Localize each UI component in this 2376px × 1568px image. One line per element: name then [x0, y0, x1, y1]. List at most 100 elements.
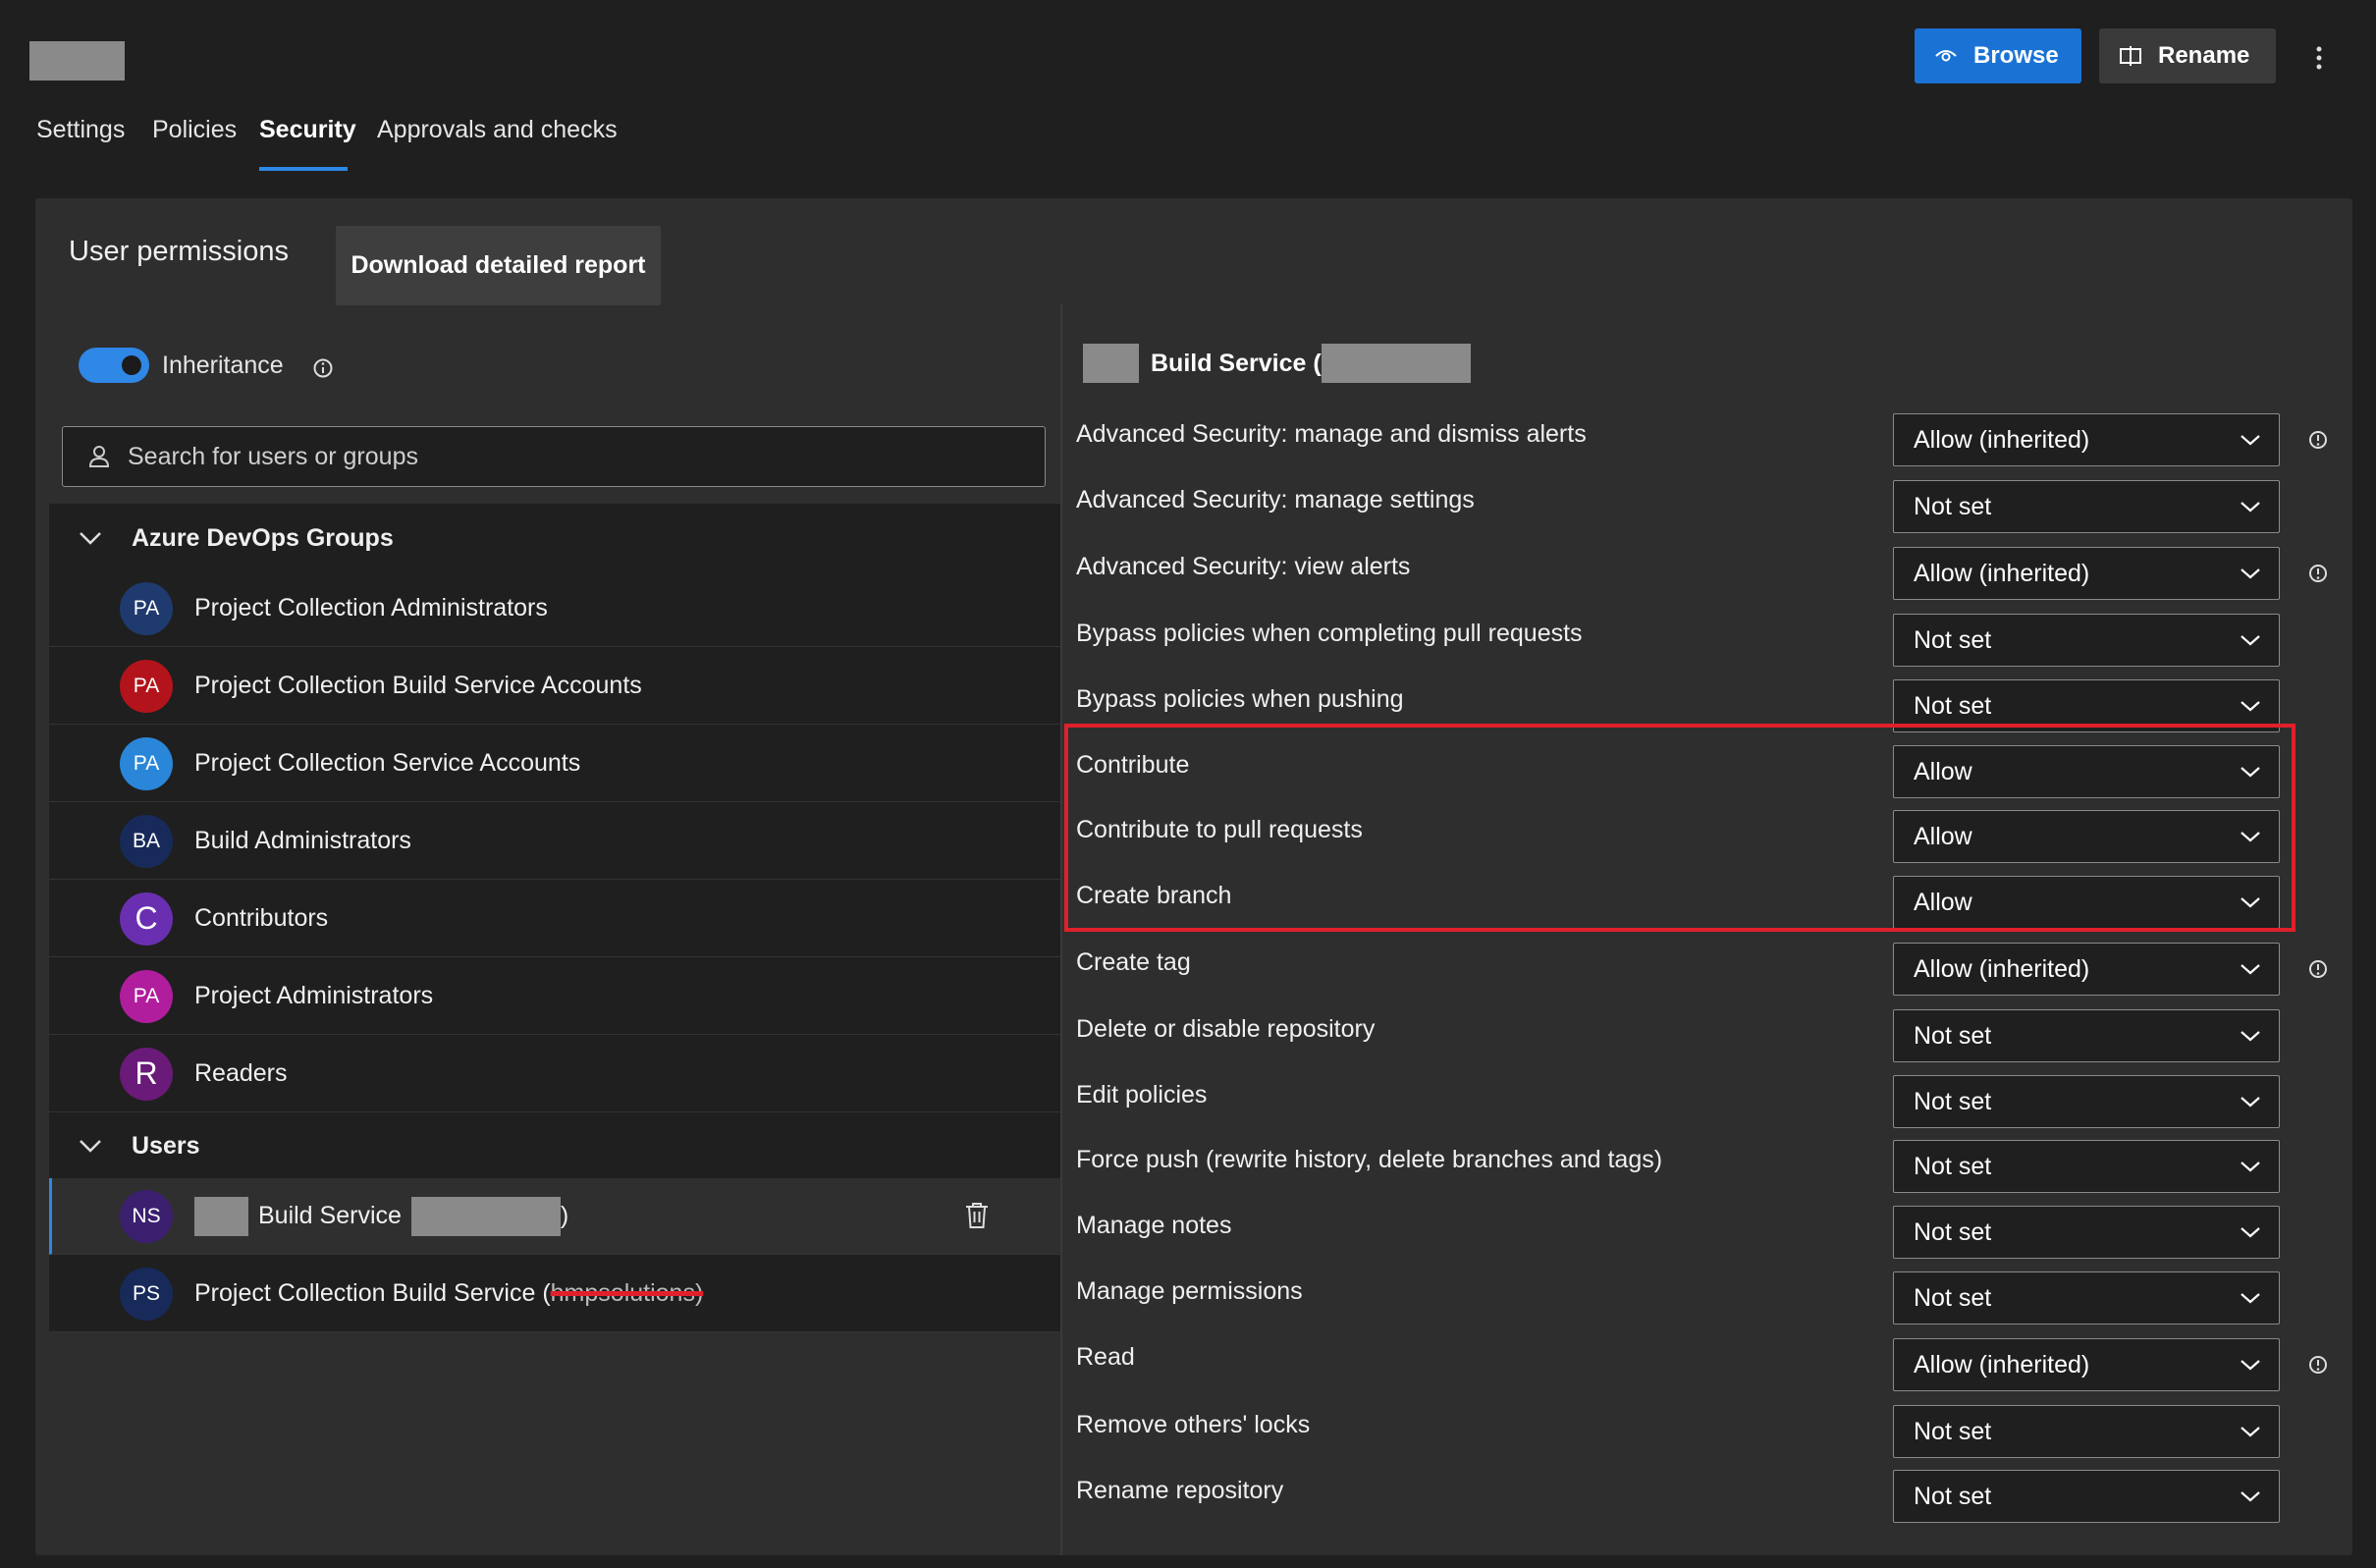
- permission-label: Rename repository: [1076, 1477, 1284, 1504]
- group-header-azure-devops[interactable]: Azure DevOps Groups: [49, 506, 1060, 571]
- permission-label: Remove others' locks: [1076, 1411, 1311, 1438]
- permission-dropdown[interactable]: Allow (inherited): [1893, 547, 2280, 600]
- active-tab-indicator: [259, 167, 348, 171]
- avatar: PA: [120, 581, 173, 635]
- redacted-name: [410, 1196, 561, 1236]
- identity-name: Build Administrators: [194, 827, 411, 854]
- permission-value: Not set: [1914, 1283, 1992, 1312]
- chevron-down-icon: [2241, 1097, 2260, 1108]
- permission-label: Manage notes: [1076, 1212, 1232, 1239]
- chevron-down-icon: [2241, 1360, 2260, 1371]
- list-item[interactable]: PA Project Collection Administrators: [49, 570, 1060, 647]
- panel-title: User permissions: [69, 236, 289, 267]
- avatar: R: [120, 1047, 173, 1101]
- chevron-down-icon: [80, 532, 101, 545]
- identity-name: Contributors: [194, 904, 329, 932]
- chevron-down-icon: [2241, 1162, 2260, 1172]
- search-placeholder: Search for users or groups: [128, 442, 418, 470]
- info-icon[interactable]: [2307, 563, 2329, 584]
- identity-name: Project Collection Service Accounts: [194, 749, 581, 777]
- search-input[interactable]: Search for users or groups: [62, 426, 1046, 487]
- avatar: C: [120, 892, 173, 946]
- tab-settings[interactable]: Settings: [36, 116, 125, 144]
- list-item[interactable]: BA Build Administrators: [49, 803, 1060, 880]
- permission-dropdown[interactable]: Not set: [1893, 1140, 2280, 1193]
- permission-dropdown[interactable]: Allow (inherited): [1893, 413, 2280, 466]
- browse-label: Browse: [1973, 42, 2059, 69]
- person-icon: [88, 446, 110, 467]
- redacted-name: [194, 1196, 248, 1236]
- chevron-down-icon: [2241, 568, 2260, 579]
- highlight-box: [1064, 724, 2295, 932]
- permission-value: Allow (inherited): [1914, 559, 2090, 587]
- chevron-down-icon: [2241, 1491, 2260, 1502]
- permission-dropdown[interactable]: Not set: [1893, 614, 2280, 667]
- list-item-selected[interactable]: NS Build Service ): [49, 1178, 1060, 1255]
- inheritance-label: Inheritance: [162, 351, 284, 379]
- permission-value: Not set: [1914, 1417, 1992, 1445]
- permission-value: Not set: [1914, 691, 1992, 720]
- avatar: NS: [120, 1189, 173, 1243]
- chevron-down-icon: [2241, 1293, 2260, 1304]
- permission-label: Manage permissions: [1076, 1277, 1303, 1305]
- permission-dropdown[interactable]: Not set: [1893, 1405, 2280, 1458]
- browse-button[interactable]: Browse: [1915, 28, 2081, 83]
- permission-dropdown[interactable]: Not set: [1893, 1009, 2280, 1062]
- identity-title-text: Build Service (: [1151, 349, 1322, 377]
- delete-icon[interactable]: [964, 1202, 990, 1234]
- permission-dropdown[interactable]: Not set: [1893, 1206, 2280, 1259]
- list-item[interactable]: PA Project Administrators: [49, 958, 1060, 1035]
- permission-label: Read: [1076, 1343, 1135, 1371]
- identity-name: Project Administrators: [194, 982, 434, 1009]
- info-icon[interactable]: [2307, 429, 2329, 451]
- permission-dropdown[interactable]: Not set: [1893, 1075, 2280, 1128]
- avatar: PA: [120, 659, 173, 713]
- chevron-down-icon: [2241, 964, 2260, 975]
- permission-label: Create tag: [1076, 948, 1191, 976]
- permission-value: Allow (inherited): [1914, 425, 2090, 454]
- permission-dropdown[interactable]: Not set: [1893, 1271, 2280, 1325]
- eye-icon: [1935, 50, 1957, 62]
- tab-security[interactable]: Security: [259, 116, 356, 144]
- permission-label: Advanced Security: view alerts: [1076, 553, 1411, 580]
- group-header-label: Azure DevOps Groups: [132, 523, 394, 552]
- list-item[interactable]: R Readers: [49, 1036, 1060, 1112]
- group-header-users[interactable]: Users: [49, 1113, 1060, 1179]
- tab-policies[interactable]: Policies: [152, 116, 237, 144]
- permission-value: Allow (inherited): [1914, 1350, 2090, 1379]
- permission-label: Bypass policies when completing pull req…: [1076, 620, 1583, 647]
- rename-icon: [2120, 46, 2141, 66]
- identity-name-suffix: ): [560, 1202, 569, 1229]
- avatar: BA: [120, 814, 173, 868]
- permission-dropdown[interactable]: Allow (inherited): [1893, 943, 2280, 996]
- permission-dropdown[interactable]: Not set: [1893, 1470, 2280, 1523]
- more-actions-icon[interactable]: [2307, 39, 2331, 79]
- rename-label: Rename: [2158, 42, 2250, 69]
- permission-value: Not set: [1914, 1152, 1992, 1180]
- tab-approvals-and-checks[interactable]: Approvals and checks: [377, 116, 618, 144]
- permission-dropdown[interactable]: Not set: [1893, 480, 2280, 533]
- chevron-down-icon: [80, 1140, 101, 1153]
- info-icon[interactable]: [2307, 958, 2329, 980]
- identity-name: Project Collection Build Service Account…: [194, 672, 642, 699]
- permission-dropdown[interactable]: Allow (inherited): [1893, 1338, 2280, 1391]
- chevron-down-icon: [2241, 1427, 2260, 1437]
- chevron-down-icon: [2241, 1227, 2260, 1238]
- rename-button[interactable]: Rename: [2099, 28, 2276, 83]
- chevron-down-icon: [2241, 435, 2260, 446]
- list-item[interactable]: PA Project Collection Build Service Acco…: [49, 648, 1060, 725]
- permission-label: Delete or disable repository: [1076, 1015, 1376, 1043]
- download-report-button[interactable]: Download detailed report: [336, 226, 661, 305]
- info-icon[interactable]: [2307, 1354, 2329, 1376]
- list-item[interactable]: PS Project Collection Build Service ( hm…: [49, 1256, 1060, 1332]
- permission-label: Advanced Security: manage and dismiss al…: [1076, 420, 1587, 448]
- chevron-down-icon: [2241, 502, 2260, 513]
- permission-value: Not set: [1914, 1021, 1992, 1050]
- list-item[interactable]: C Contributors: [49, 881, 1060, 957]
- chevron-down-icon: [2241, 635, 2260, 646]
- selected-identity-title: Build Service (: [1083, 344, 1471, 383]
- permission-label: Edit policies: [1076, 1081, 1208, 1108]
- toggle-knob: [122, 355, 141, 375]
- list-item[interactable]: PA Project Collection Service Accounts: [49, 726, 1060, 802]
- info-icon[interactable]: [312, 357, 334, 384]
